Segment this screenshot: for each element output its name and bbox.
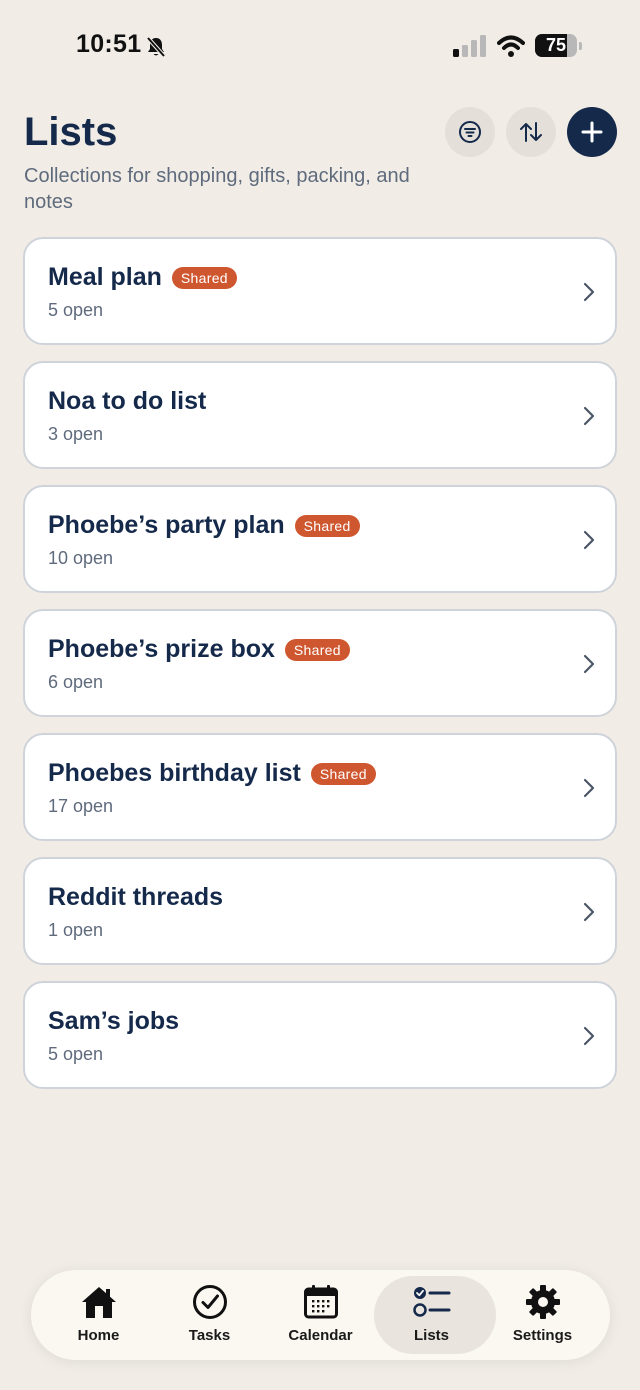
- sort-button[interactable]: [506, 107, 556, 157]
- open-count: 5 open: [48, 300, 104, 320]
- list-card[interactable]: Phoebe’s party plan Shared 10 open: [23, 485, 617, 593]
- battery-level: 75: [545, 35, 567, 55]
- status-bar: 10:51 75: [0, 0, 640, 94]
- tab-lists[interactable]: Lists: [374, 1270, 496, 1360]
- tab-label: Tasks: [188, 1327, 231, 1344]
- bell-off-icon: [145, 36, 167, 63]
- open-count: 5 open: [48, 1044, 104, 1064]
- chevron-right-icon: [583, 778, 595, 798]
- status-time: 10:51: [76, 30, 142, 58]
- list-card[interactable]: Meal plan Shared 5 open: [23, 237, 617, 345]
- open-count: 17 open: [48, 796, 114, 816]
- open-count: 3 open: [48, 424, 104, 444]
- signal-icon: [453, 35, 487, 62]
- tab-home[interactable]: Home: [43, 1270, 154, 1360]
- list-card[interactable]: Phoebe’s prize box Shared 6 open: [23, 609, 617, 717]
- tab-calendar[interactable]: Calendar: [265, 1270, 376, 1360]
- list-title: Sam’s jobs: [48, 1007, 180, 1035]
- shared-badge: Shared: [171, 266, 237, 289]
- list-card[interactable]: Sam’s jobs 5 open: [23, 981, 617, 1089]
- tab-label: Calendar: [288, 1327, 353, 1344]
- gear-icon: [525, 1285, 560, 1319]
- list-card[interactable]: Phoebes birthday list Shared 17 open: [23, 733, 617, 841]
- sort-arrows-icon: [520, 122, 542, 142]
- tab-bar: Home Tasks Calendar Lists Settings: [31, 1270, 610, 1360]
- list-title: Phoebe’s prize box: [48, 635, 275, 663]
- page-title: Lists: [24, 110, 118, 154]
- tab-label: Settings: [512, 1327, 573, 1344]
- chevron-right-icon: [583, 654, 595, 674]
- chevron-right-icon: [583, 282, 595, 302]
- list-card[interactable]: Reddit threads 1 open: [23, 857, 617, 965]
- chevron-right-icon: [583, 406, 595, 426]
- list-title: Reddit threads: [48, 883, 224, 911]
- list-card[interactable]: Noa to do list 3 open: [23, 361, 617, 469]
- lists-container: Meal plan Shared 5 open Noa to do list 3…: [23, 237, 617, 1105]
- list-title: Phoebe’s party plan: [48, 511, 285, 539]
- tab-label: Lists: [413, 1327, 449, 1344]
- chevron-right-icon: [583, 1026, 595, 1046]
- list-title: Phoebes birthday list: [48, 759, 301, 787]
- open-count: 6 open: [48, 672, 104, 692]
- check-circle-icon: [192, 1285, 227, 1319]
- shared-badge: Shared: [294, 514, 360, 537]
- filter-button[interactable]: [445, 107, 495, 157]
- list-icon: [412, 1287, 450, 1317]
- open-count: 1 open: [48, 920, 104, 940]
- tab-tasks[interactable]: Tasks: [154, 1270, 265, 1360]
- tab-settings[interactable]: Settings: [487, 1270, 598, 1360]
- wifi-icon: [497, 35, 525, 62]
- tab-label: Home: [77, 1327, 120, 1344]
- chevron-right-icon: [583, 902, 595, 922]
- filter-icon: [459, 121, 481, 143]
- open-count: 10 open: [48, 548, 114, 568]
- shared-badge: Shared: [310, 762, 376, 785]
- add-list-button[interactable]: [567, 107, 617, 157]
- plus-icon: [581, 121, 603, 143]
- chevron-right-icon: [583, 530, 595, 550]
- home-icon: [81, 1287, 116, 1318]
- shared-badge: Shared: [284, 638, 350, 661]
- list-title: Meal plan: [48, 263, 162, 291]
- page-subtitle: Collections for shopping, gifts, packing…: [24, 165, 410, 213]
- list-title: Noa to do list: [48, 387, 207, 415]
- calendar-icon: [303, 1285, 338, 1319]
